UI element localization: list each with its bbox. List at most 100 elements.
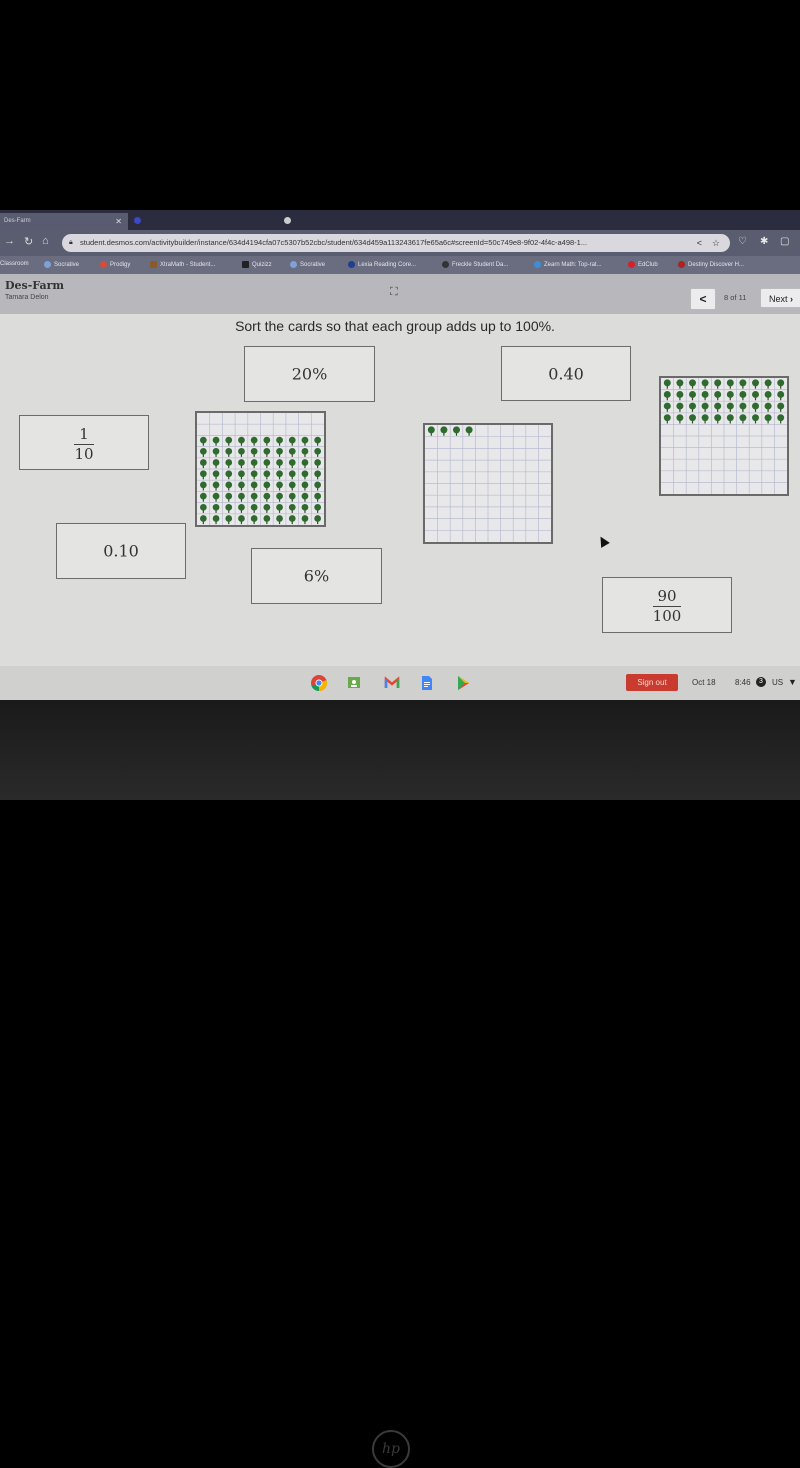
tree-icon (764, 414, 772, 424)
card-6-percent[interactable]: 6% (251, 548, 382, 604)
tree-icon (263, 447, 271, 457)
tree-icon (676, 390, 684, 401)
numerator: 90 (657, 587, 677, 605)
tree-icon (225, 470, 233, 480)
grid-4-trees[interactable] (423, 423, 553, 544)
time[interactable]: 8:46 (735, 678, 751, 687)
tree-icon (212, 515, 220, 525)
card-one-tenth[interactable]: 1 10 (19, 415, 149, 470)
wifi-icon[interactable]: ▼ (788, 677, 797, 687)
docs-icon[interactable] (418, 674, 436, 692)
tree-icon (739, 379, 747, 389)
tree-icon (314, 447, 322, 457)
denominator: 10 (74, 444, 94, 463)
grid-80-trees[interactable] (195, 411, 326, 527)
tree-icon (199, 459, 207, 469)
tree-icon (314, 515, 322, 525)
tree-icon (263, 436, 271, 446)
tree-icon (689, 390, 696, 401)
tree-icon (199, 470, 207, 480)
tree-icon (225, 515, 233, 525)
tree-icon (276, 447, 283, 457)
bookmark-prodigy[interactable]: Prodigy (100, 261, 130, 268)
bookmark-freckle[interactable]: Freckle Student Da... (442, 261, 508, 268)
play-store-icon[interactable] (454, 674, 472, 692)
card-0-10[interactable]: 0.10 (56, 523, 186, 579)
reload-icon[interactable]: ↻ (24, 235, 33, 248)
bookmark-quizizz[interactable]: Quizizz (242, 261, 272, 268)
tree-icon (777, 414, 785, 424)
tree-icon (250, 459, 258, 469)
tree-icon (314, 459, 322, 469)
sign-out-button[interactable]: Sign out (626, 674, 678, 691)
bookmark-lexia[interactable]: Lexia Reading Core... (348, 261, 416, 268)
previous-screen-button[interactable]: < (690, 288, 716, 310)
tree-icon (777, 379, 785, 389)
tree-icon (225, 492, 233, 502)
tree-icon (676, 379, 684, 389)
classroom-icon[interactable] (345, 674, 363, 692)
grid-40-trees[interactable] (659, 376, 789, 496)
forward-icon[interactable]: → (4, 235, 15, 247)
date[interactable]: Oct 18 (692, 678, 716, 687)
home-icon[interactable]: ⌂ (42, 235, 49, 247)
address-bar[interactable]: 🔒︎ student.desmos.com/activitybuilder/in… (62, 234, 730, 252)
tab-3[interactable] (280, 213, 430, 230)
tab-des-farm[interactable]: Des-Farm ✕ (0, 213, 128, 230)
card-value: 0.40 (548, 364, 584, 383)
bookmark-socrative[interactable]: Socrative (44, 261, 79, 268)
fullscreen-icon[interactable]: ⛶ (390, 286, 398, 299)
bookmark-xtramath[interactable]: XtraMath - Student... (150, 261, 215, 268)
bookmark-label: Lexia Reading Core... (358, 262, 417, 269)
card-20-percent[interactable]: 20% (244, 346, 375, 402)
tree-icon (465, 426, 473, 436)
tab-2[interactable] (130, 213, 280, 230)
notification-badge[interactable]: 3 (756, 677, 766, 687)
tree-icon (212, 492, 220, 502)
tree-icon (212, 459, 220, 469)
tree-icon (752, 414, 759, 424)
tree-icon (199, 515, 207, 525)
freckle-icon (442, 261, 449, 268)
socrative-icon (44, 261, 51, 268)
bookmark-label: Destiny Discover H... (688, 262, 745, 269)
page-indicator[interactable]: 8 of 11 (724, 293, 746, 302)
tree-icon (314, 470, 322, 480)
bookmark-star-icon[interactable]: ☆ (712, 234, 720, 252)
next-screen-button[interactable]: Next › (760, 288, 800, 308)
tree-icon (250, 447, 258, 457)
tree-icon (714, 379, 722, 389)
tree-icon (301, 447, 309, 457)
bookmark-socrative-2[interactable]: Socrative (290, 261, 325, 268)
keyboard-locale[interactable]: US (772, 678, 783, 687)
gmail-icon[interactable] (383, 674, 401, 692)
extensions-puzzle-icon[interactable]: ✱ (760, 236, 768, 247)
card-90-hundredths[interactable]: 90 100 (602, 577, 732, 633)
tree-icon (314, 492, 322, 502)
close-tab-icon[interactable]: ✕ (115, 213, 122, 230)
tree-icon (314, 481, 322, 491)
hp-logo-icon: hp (372, 1430, 410, 1468)
shield-extension-icon[interactable]: ♡ (738, 236, 747, 247)
tree-icon (250, 515, 258, 525)
tab-label: Des-Farm (4, 218, 31, 224)
bookmark-edclub[interactable]: EdClub (628, 261, 658, 268)
bookmark-classroom[interactable]: Classroom (0, 261, 29, 267)
tree-icon (663, 379, 671, 389)
numerator: 1 (79, 424, 89, 443)
card-0-40[interactable]: 0.40 (501, 346, 631, 401)
tree-icon (250, 492, 258, 502)
tree-icon (676, 414, 684, 424)
hundred-grid (425, 425, 551, 542)
bookmark-zearn[interactable]: Zearn Math: Top-rat... (534, 261, 602, 268)
tree-icon (199, 436, 207, 446)
chrome-icon[interactable] (310, 674, 328, 692)
activity-header: Des-Farm Tamara Delon ⛶ < 8 of 11 Next › (0, 274, 800, 314)
bookmark-destiny[interactable]: Destiny Discover H... (678, 261, 744, 268)
tree-icon (212, 481, 220, 491)
share-icon[interactable]: < (697, 234, 702, 252)
tree-icon (288, 492, 296, 502)
side-panel-icon[interactable]: ▢ (780, 236, 789, 247)
tree-icon (238, 503, 245, 513)
tree-icon (777, 402, 785, 412)
